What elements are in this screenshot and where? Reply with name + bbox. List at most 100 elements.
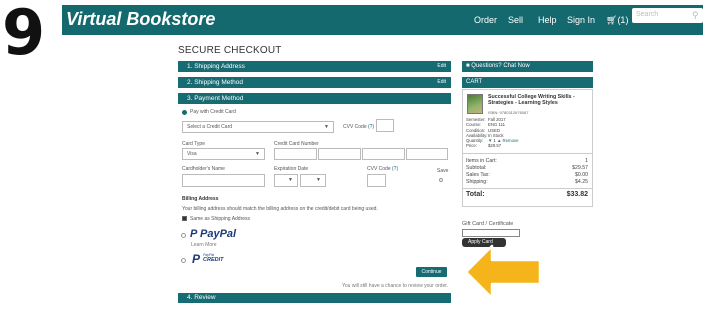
card-number-part-3[interactable] [362,148,405,160]
section-label: 3. Payment Method [187,95,244,102]
remove-link[interactable]: Remove [503,138,519,143]
pay-with-card-radio[interactable] [182,110,187,115]
search-icon[interactable]: ⚲ [692,10,699,21]
paypal-p-icon: P [190,228,197,240]
paypal-learn-more[interactable]: Learn More [191,242,217,248]
save-label: Save [437,168,449,174]
cvv-label-text: CVV Code [343,124,367,130]
chevron-down-icon: ▼ [316,177,321,183]
card-number-label: Credit Card Number [274,141,319,147]
book-isbn: ISBN: 9780312676087 [488,110,529,115]
card-type-value: Visa [187,151,197,157]
nav-help[interactable]: Help [538,15,557,25]
nav-sell[interactable]: Sell [508,15,523,25]
quantity-value: 1 [493,138,496,144]
divider [463,188,592,189]
detail-key: Price: [466,143,477,149]
page-title: SECURE CHECKOUT [178,45,282,56]
nav-order[interactable]: Order [474,15,497,25]
summary-value: $29.57 [572,165,588,171]
chat-now-bar[interactable]: ■ Questions? Chat Now [462,61,593,72]
cart-header: CART [462,77,593,88]
summary-value: 1 [585,158,588,164]
paypal-credit-radio[interactable] [181,258,186,263]
cvv-code-label-text: CVV Code [367,166,391,172]
book-details-values: Fall 2017 ENG 111 USED In Stock ▼ 1 ▲ Re… [488,117,519,149]
section-label: 4. Review [187,294,216,301]
cart-icon: 🛒︎ [606,15,618,25]
expiration-label: Expiration Date [274,166,309,172]
pointer-arrow-icon [464,244,542,300]
cardholder-name-input[interactable] [182,174,265,187]
total-label: Total: [466,191,485,198]
card-number-part-1[interactable] [274,148,317,160]
chat-now-label: Questions? Chat Now [471,63,530,69]
cvv-code-label: CVV Code (?) [367,166,398,172]
top-navigation-bar: Virtual Bookstore Order Sell Help Sign I… [62,5,703,35]
summary-value: $4.25 [575,179,588,185]
book-title[interactable]: Successful College Writing Skills - Stra… [488,94,588,106]
card-type-select[interactable]: Visa ▼ [182,148,265,160]
summary-key: Shipping: [466,179,488,185]
summary-total: Total: $33.82 [466,191,588,198]
brand-logo[interactable]: Virtual Bookstore [66,9,215,30]
section-shipping-address[interactable]: 1. Shipping Address Edit [178,61,451,72]
pay-with-card-label: Pay with Credit Card [190,109,236,115]
cvv-help-link[interactable]: (?) [368,124,374,130]
billing-note: Your billing address should match the bi… [182,206,378,212]
cart-count: (1) [617,15,629,25]
summary-shipping: Shipping: $4.25 [466,179,588,185]
gift-card-input[interactable] [462,229,520,237]
summary-key: Subtotal: [466,165,487,171]
paypal-logo[interactable]: P PayPal [190,228,236,240]
cardholder-label: Cardholder's Name [182,166,225,172]
section-label: 2. Shipping Method [187,79,244,86]
nav-sign-in[interactable]: Sign In [567,15,595,25]
card-number-part-2[interactable] [318,148,361,160]
summary-tax: Sales Tax: $0.00 [466,172,588,178]
chevron-down-icon: ▼ [255,151,260,157]
continue-button[interactable]: Continue [416,267,447,277]
chat-icon: ■ [466,63,470,69]
detail-value: $29.57 [488,143,502,149]
book-cover-image [467,94,483,114]
paypal-radio[interactable] [181,233,186,238]
summary-key: Sales Tax: [466,172,490,178]
expiration-month-select[interactable]: ▼ [274,174,298,187]
summary-key: Items in Cart: [466,158,497,164]
save-card-checkbox[interactable] [439,178,443,182]
summary-subtotal: Subtotal: $29.57 [466,165,588,171]
card-type-label: Card Type [182,141,205,147]
cvv-label: CVV Code (?) [343,124,374,130]
edit-link[interactable]: Edit [437,77,446,88]
review-note: You will still have a chance to review y… [342,283,448,289]
same-as-shipping-checkbox[interactable] [182,216,187,221]
cvv-input[interactable] [376,119,394,132]
book-details-keys: Semester: Course: Condition: Availabilit… [466,117,487,149]
chevron-down-icon: ▼ [288,177,293,183]
section-shipping-method[interactable]: 2. Shipping Method Edit [178,77,451,88]
cvv-help-link[interactable]: (?) [392,166,398,172]
edit-link[interactable]: Edit [437,61,446,72]
summary-value: $0.00 [575,172,588,178]
expiration-year-select[interactable]: ▼ [300,174,326,187]
cvv-code-input[interactable] [367,174,386,187]
quantity-up-icon[interactable]: ▲ [497,138,501,143]
section-label: 1. Shipping Address [187,63,245,70]
divider [463,153,592,154]
same-as-shipping-label: Same as Shipping Address [190,216,251,222]
total-value: $33.82 [566,191,588,198]
paypal-credit-label: CREDIT [203,257,224,263]
select-card-dropdown[interactable]: Select a Credit Card ▼ [182,121,334,133]
summary-items: Items in Cart: 1 [466,158,588,164]
cart-link[interactable]: 🛒︎(1) [606,15,628,26]
card-number-part-4[interactable] [406,148,448,160]
paypal-label: PayPal [200,228,237,240]
gift-card-label: Gift Card / Certificate [462,221,514,227]
section-payment-method: 3. Payment Method [178,93,451,104]
step-number: 9 [2,0,46,69]
billing-title: Billing Address [182,196,219,202]
paypal-p-icon: P [192,252,201,266]
section-review[interactable]: 4. Review [178,293,451,303]
quantity-down-icon[interactable]: ▼ [488,138,492,143]
